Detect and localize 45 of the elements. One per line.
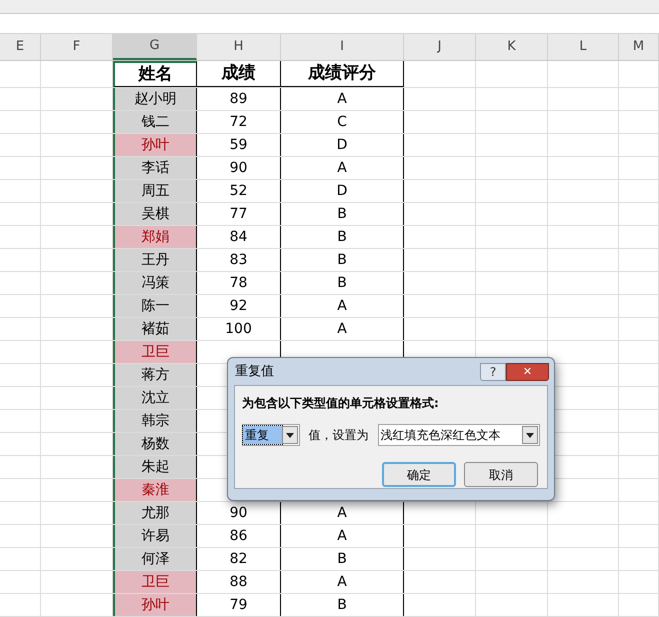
column-header[interactable]: L: [548, 34, 619, 60]
table-cell: 杨数: [113, 433, 197, 455]
close-button[interactable]: ✕: [506, 362, 549, 380]
table-cell: 孙叶: [113, 134, 197, 156]
column-header[interactable]: H: [197, 34, 281, 60]
table-cell: 何泽: [113, 548, 197, 570]
table-cell: 卫巨: [113, 571, 197, 593]
table-cell: 韩宗: [113, 410, 197, 432]
column-header[interactable]: K: [476, 34, 548, 60]
table-cell: 孙叶: [113, 594, 197, 616]
table-cell: 吴棋: [113, 203, 197, 225]
table-cell: 许易: [113, 525, 197, 547]
field-label: 值，设置为: [308, 427, 369, 444]
header-cell: 成绩: [197, 61, 281, 87]
table-cell: 尤那: [113, 502, 197, 524]
table-cell: 王丹: [113, 249, 197, 271]
table-cell: 钱二: [113, 111, 197, 133]
column-header[interactable]: M: [619, 34, 659, 60]
column-header[interactable]: E: [0, 34, 41, 60]
table-cell: 秦淮: [113, 479, 197, 501]
header-cell: 成绩评分: [281, 61, 404, 87]
table-cell: 陈一: [113, 295, 197, 317]
header-cell: 姓名: [113, 61, 197, 87]
help-button[interactable]: ?: [480, 362, 506, 380]
column-header[interactable]: I: [281, 34, 404, 60]
format-dropdown[interactable]: 浅红填充色深红色文本: [378, 424, 540, 446]
table-cell: 冯策: [113, 272, 197, 294]
table-cell: 卫巨: [113, 341, 197, 363]
dialog-title: 重复值: [235, 362, 274, 381]
caret-icon: [526, 432, 534, 438]
column-header[interactable]: J: [404, 34, 476, 60]
caret-icon: [286, 432, 294, 438]
table-cell: 周五: [113, 180, 197, 202]
table-cell: 李话: [113, 157, 197, 179]
table-cell: 郑娟: [113, 226, 197, 248]
table-cell: 褚茹: [113, 318, 197, 340]
prompt-text: 为包含以下类型值的单元格设置格式:: [242, 395, 440, 412]
value-type-dropdown[interactable]: 重复: [242, 424, 300, 446]
ok-button[interactable]: 确定: [382, 462, 456, 487]
table-cell: 赵小明: [113, 88, 197, 110]
table-cell: 蒋方: [113, 364, 197, 386]
table-cell: 沈立: [113, 387, 197, 409]
column-header[interactable]: G: [113, 34, 197, 60]
table-cell: 朱起: [113, 456, 197, 478]
cancel-button[interactable]: 取消: [464, 462, 538, 487]
